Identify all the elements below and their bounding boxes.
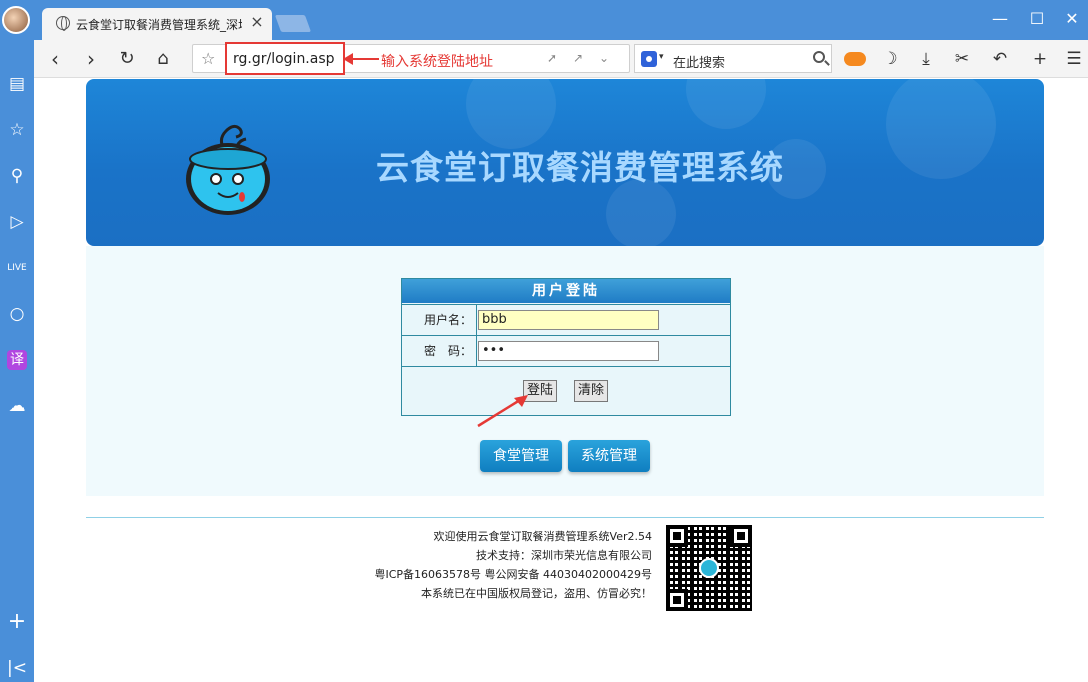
search-input[interactable]: 在此搜索 xyxy=(673,52,725,71)
footer-copyright: 本系统已在中国版权局登记，盗用、仿冒必究！ xyxy=(421,587,652,600)
maximize-icon[interactable]: ☐ xyxy=(1025,8,1049,30)
annotation-arrow-icon xyxy=(477,395,528,428)
new-tab-button[interactable] xyxy=(274,15,312,32)
home-icon[interactable]: ⌂ xyxy=(150,46,176,72)
back-icon[interactable]: ‹ xyxy=(42,46,68,72)
username-row: 用户名： bbb xyxy=(402,304,730,335)
close-window-icon[interactable]: ✕ xyxy=(1060,8,1084,30)
search-icon[interactable] xyxy=(813,51,825,63)
url-highlight-box[interactable]: rg.gr/login.asp xyxy=(225,42,345,75)
qr-finder xyxy=(666,525,688,547)
web-page: 云食堂订取餐消费管理系统 用户登陆 用户名： bbb 密 码： ••• 登陆 清… xyxy=(34,79,1088,682)
close-tab-icon[interactable]: × xyxy=(248,13,266,31)
qr-code xyxy=(666,525,752,611)
moon-icon[interactable]: ☽ xyxy=(878,47,902,71)
chevron-down-icon[interactable]: ⌄ xyxy=(599,51,609,65)
login-form: 用户登陆 用户名： bbb 密 码： ••• 登陆 清除 xyxy=(401,278,731,416)
live-icon[interactable]: LIVE xyxy=(5,256,29,280)
user-avatar[interactable] xyxy=(2,6,30,34)
username-label: 用户名： xyxy=(402,305,477,335)
cart-icon[interactable]: ☁ xyxy=(5,394,29,418)
banner-title: 云食堂订取餐消费管理系统 xyxy=(376,148,784,187)
download-icon[interactable]: ⤓ xyxy=(914,47,938,71)
translate-icon[interactable]: 译 xyxy=(7,350,27,370)
browser-toolbar: ‹ › ↻ ⌂ ☆ rg.gr/login.asp 输入系统登陆地址 ➚ ↗ ⌄… xyxy=(34,40,1088,78)
left-sidebar: ▤ ☆ ⚲ ▷ LIVE ○ 译 ☁ + |< xyxy=(0,40,34,682)
minimize-icon[interactable]: — xyxy=(988,8,1012,30)
star-icon[interactable]: ☆ xyxy=(5,118,29,142)
annotation-arrow-icon xyxy=(343,53,379,65)
footer-welcome: 欢迎使用云食堂订取餐消费管理系统Ver2.54 xyxy=(433,530,652,543)
qr-finder xyxy=(730,525,752,547)
footer-icp: 粤ICP备16063578号 粤公网安备 44030402000429号 xyxy=(374,568,652,581)
url-text[interactable]: rg.gr/login.asp xyxy=(233,51,335,67)
game-icon[interactable] xyxy=(844,52,866,66)
lightning-icon[interactable]: ➚ xyxy=(547,51,557,65)
username-input[interactable]: bbb xyxy=(478,310,659,330)
clear-button[interactable]: 清除 xyxy=(574,380,609,402)
canteen-logo-icon xyxy=(186,124,270,215)
reload-icon[interactable]: ↻ xyxy=(114,46,140,72)
footer-support: 技术支持：深圳市荣光信息有限公司 xyxy=(476,549,652,562)
bookmark-star-icon[interactable]: ☆ xyxy=(201,49,215,68)
content-area: 用户登陆 用户名： bbb 密 码： ••• 登陆 清除 食堂管理 系统管理 xyxy=(86,246,1044,496)
chat-icon[interactable]: ○ xyxy=(5,302,29,326)
url-annotation: 输入系统登陆地址 xyxy=(381,54,493,70)
plus-icon[interactable]: + xyxy=(1028,47,1052,71)
qr-logo-icon xyxy=(699,558,719,578)
menu-icon[interactable]: ☰ xyxy=(1062,47,1086,71)
address-bar[interactable]: ☆ rg.gr/login.asp 输入系统登陆地址 ➚ ↗ ⌄ xyxy=(192,42,630,75)
footer-info: 欢迎使用云食堂订取餐消费管理系统Ver2.54 技术支持：深圳市荣光信息有限公司… xyxy=(334,527,652,603)
banner-bubble xyxy=(886,79,996,179)
login-header: 用户登陆 xyxy=(402,279,730,303)
title-bar: 云食堂订取餐消费管理系统_深圳 × — ☐ ✕ xyxy=(0,0,1088,40)
baidu-paw-icon[interactable] xyxy=(641,51,657,67)
banner-bubble xyxy=(606,179,676,246)
collapse-sidebar-icon[interactable]: |< xyxy=(5,656,29,680)
banner-bubble xyxy=(466,79,556,149)
scissors-icon[interactable]: ✂ xyxy=(950,47,974,71)
add-sidebar-icon[interactable]: + xyxy=(5,610,29,634)
browser-tab[interactable]: 云食堂订取餐消费管理系统_深圳 × xyxy=(42,8,272,40)
undo-icon[interactable]: ↶ xyxy=(988,47,1012,71)
login-buttons-row: 登陆 清除 xyxy=(402,366,730,416)
tab-title: 云食堂订取餐消费管理系统_深圳 xyxy=(76,18,242,32)
system-management-button[interactable]: 系统管理 xyxy=(568,440,650,472)
header-banner: 云食堂订取餐消费管理系统 xyxy=(86,79,1044,246)
search-box[interactable]: ▾ 在此搜索 xyxy=(634,44,832,73)
video-icon[interactable]: ▷ xyxy=(5,210,29,234)
engine-dropdown-icon[interactable]: ▾ xyxy=(659,52,664,62)
share-icon[interactable]: ↗ xyxy=(573,51,583,65)
news-icon[interactable]: ▤ xyxy=(5,72,29,96)
password-input[interactable]: ••• xyxy=(478,341,659,361)
forward-icon[interactable]: › xyxy=(78,46,104,72)
search-sidebar-icon[interactable]: ⚲ xyxy=(5,164,29,188)
canteen-management-button[interactable]: 食堂管理 xyxy=(480,440,562,472)
password-label: 密 码： xyxy=(402,336,477,366)
banner-bubble xyxy=(686,79,766,129)
qr-finder xyxy=(666,589,688,611)
password-row: 密 码： ••• xyxy=(402,335,730,366)
globe-icon xyxy=(56,16,70,31)
footer-divider xyxy=(86,517,1044,518)
